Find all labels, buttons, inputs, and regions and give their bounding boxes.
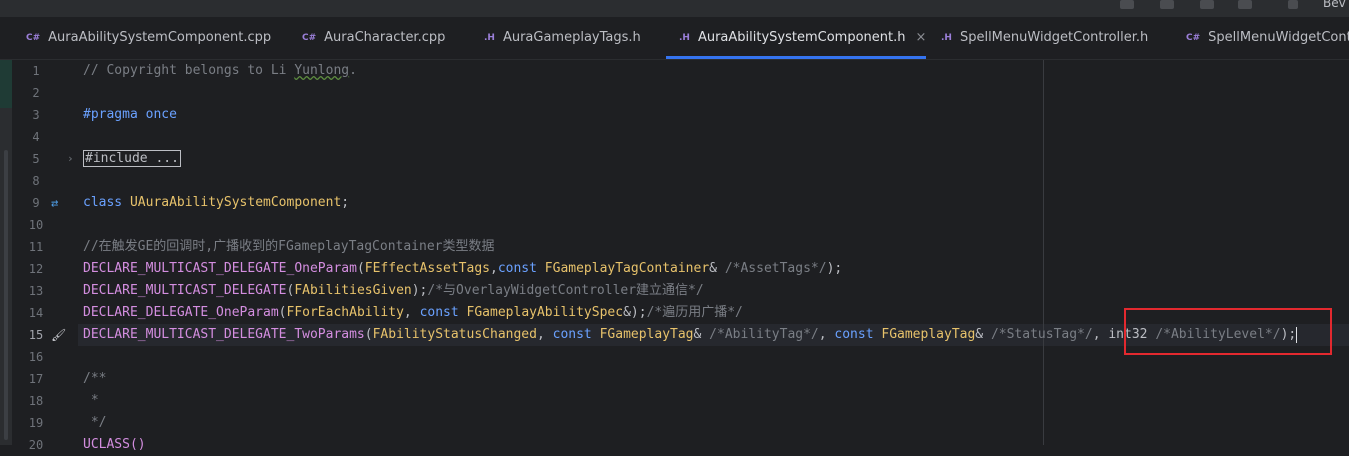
tab-aura-gameplay-tags-h[interactable]: .H AuraGameplayTags.h (484, 17, 641, 58)
code-line-20: UCLASS() (83, 437, 146, 452)
tab-label: SpellMenuWidgetController.h (959, 30, 1149, 45)
tab-label: AuraAbilitySystemComponent.cpp (48, 30, 272, 45)
debug-icon[interactable] (1200, 0, 1214, 9)
line-number: 4 (32, 130, 40, 144)
code-line-3: #pragma once (83, 107, 177, 122)
close-tab-icon[interactable]: × (916, 30, 927, 45)
code-line-12: DECLARE_MULTICAST_DELEGATE_OneParam(FEff… (83, 261, 843, 276)
code-cleanup-brush-icon[interactable]: 🖌 (51, 324, 66, 346)
tab-aura-ability-system-component-h[interactable]: .H AuraAbilitySystemComponent.h × (666, 17, 927, 59)
line-number: 12 (28, 262, 44, 276)
line-number: 19 (28, 416, 44, 430)
line-number: 14 (28, 306, 44, 320)
right-margin-guide (1043, 60, 1044, 445)
code-line-19: */ (83, 415, 107, 430)
code-line-9: class UAuraAbilitySystemComponent; (83, 195, 350, 210)
tab-label: AuraAbilitySystemComponent.h (697, 30, 906, 45)
line-number: 5 (32, 152, 40, 166)
tab-label: AuraCharacter.cpp (324, 30, 446, 45)
line-number: 9 (32, 196, 40, 210)
settings-icon[interactable] (1288, 0, 1298, 9)
editor-tab-bar: C# AuraAbilitySystemComponent.cpp C# Aur… (0, 17, 1349, 60)
line-number: 11 (28, 240, 44, 254)
line-number: 3 (32, 108, 40, 122)
line-number: 2 (32, 86, 40, 100)
code-line-15: DECLARE_MULTICAST_DELEGATE_TwoParams(FAb… (83, 326, 1298, 343)
header-file-icon: .H (679, 32, 690, 43)
build-icon[interactable] (1160, 0, 1174, 9)
tab-label: AuraGameplayTags.h (502, 30, 641, 45)
code-line-17: /** (83, 371, 107, 386)
window-top-bar: Bev (0, 0, 1349, 17)
code-line-1: // Copyright belongs to Li Yunlong. (83, 63, 357, 78)
folded-include[interactable]: #include ... (83, 150, 181, 167)
vcs-change-marker[interactable] (0, 60, 12, 108)
scrollbar-thumb[interactable] (4, 150, 8, 440)
tab-spell-menu-widget-controller-cpp[interactable]: C# SpellMenuWidgetContr (1186, 17, 1349, 58)
line-number: 13 (28, 284, 44, 298)
line-number: 8 (32, 174, 40, 188)
cpp-file-icon: C# (1186, 32, 1201, 43)
line-number: 17 (28, 372, 44, 386)
line-number: 20 (28, 438, 44, 452)
header-file-icon: .H (484, 32, 495, 43)
tab-aura-ability-system-component-cpp[interactable]: C# AuraAbilitySystemComponent.cpp (26, 17, 271, 58)
code-line-13: DECLARE_MULTICAST_DELEGATE(FAbilitiesGiv… (83, 283, 704, 298)
annotation-highlight-box (1124, 308, 1332, 355)
code-line-5: #include ... (83, 148, 181, 170)
line-number: 10 (28, 218, 44, 232)
code-line-11: //在触发GE的回调时,广播收到的FGameplayTagContainer类型… (83, 239, 495, 254)
tab-spell-menu-widget-controller-h[interactable]: .H SpellMenuWidgetController.h (941, 17, 1148, 58)
code-line-14: DECLARE_DELEGATE_OneParam(FForEachAbilit… (83, 305, 743, 320)
line-number: 15 (28, 328, 44, 342)
profile-icon[interactable] (1238, 0, 1252, 9)
line-number: 16 (28, 350, 44, 364)
header-file-icon: .H (941, 32, 952, 43)
navigate-related-icon[interactable]: ⇄ (51, 192, 58, 214)
cpp-file-icon: C# (302, 32, 317, 43)
fold-chevron-icon[interactable]: › (67, 148, 74, 170)
run-config-icon[interactable] (1120, 0, 1134, 9)
line-number: 18 (28, 394, 44, 408)
tab-aura-character-cpp[interactable]: C# AuraCharacter.cpp (302, 17, 445, 58)
cpp-file-icon: C# (26, 32, 41, 43)
user-label[interactable]: Bev (1323, 0, 1346, 10)
tab-label: SpellMenuWidgetContr (1208, 30, 1349, 45)
editor-gutter: 1 2 3 4 5 8 9 10 11 12 13 14 15 16 17 18… (0, 60, 78, 452)
line-number: 1 (32, 64, 40, 78)
code-line-18: * (83, 393, 99, 408)
